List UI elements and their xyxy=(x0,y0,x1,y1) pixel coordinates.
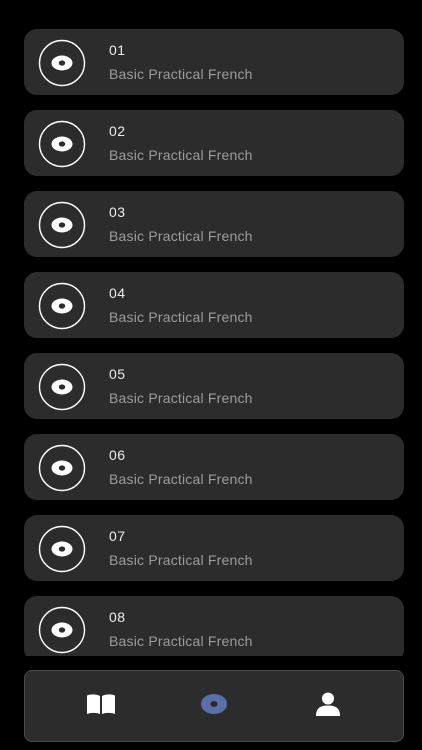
tab-library[interactable] xyxy=(56,671,146,741)
track-subtitle: Basic Practical French xyxy=(109,309,253,325)
track-list[interactable]: 01 Basic Practical French 02 Basic Pract… xyxy=(24,29,404,656)
disc-icon xyxy=(38,363,86,411)
tab-profile[interactable] xyxy=(283,671,373,741)
track-subtitle: Basic Practical French xyxy=(109,147,253,163)
track-subtitle: Basic Practical French xyxy=(109,633,253,649)
track-number: 08 xyxy=(109,609,126,625)
track-subtitle: Basic Practical French xyxy=(109,66,253,82)
book-icon xyxy=(86,693,116,720)
track-subtitle: Basic Practical French xyxy=(109,471,253,487)
disc-icon xyxy=(38,120,86,168)
disc-icon xyxy=(38,39,86,87)
track-item[interactable]: 01 Basic Practical French xyxy=(24,29,404,95)
disc-icon xyxy=(38,282,86,330)
disc-icon xyxy=(200,693,228,720)
track-number: 05 xyxy=(109,366,126,382)
bottom-tab-bar xyxy=(24,670,404,742)
track-subtitle: Basic Practical French xyxy=(109,390,253,406)
tab-tracks[interactable] xyxy=(169,671,259,741)
track-item[interactable]: 04 Basic Practical French xyxy=(24,272,404,338)
track-item[interactable]: 07 Basic Practical French xyxy=(24,515,404,581)
track-subtitle: Basic Practical French xyxy=(109,228,253,244)
person-icon xyxy=(315,692,341,721)
track-number: 01 xyxy=(109,42,126,58)
track-item[interactable]: 06 Basic Practical French xyxy=(24,434,404,500)
track-item[interactable]: 08 Basic Practical French xyxy=(24,596,404,656)
track-number: 02 xyxy=(109,123,126,139)
disc-icon xyxy=(38,201,86,249)
track-item[interactable]: 03 Basic Practical French xyxy=(24,191,404,257)
track-number: 03 xyxy=(109,204,126,220)
track-number: 04 xyxy=(109,285,126,301)
disc-icon xyxy=(38,525,86,573)
track-number: 07 xyxy=(109,528,126,544)
disc-icon xyxy=(38,444,86,492)
track-number: 06 xyxy=(109,447,126,463)
disc-icon xyxy=(38,606,86,654)
track-item[interactable]: 05 Basic Practical French xyxy=(24,353,404,419)
track-item[interactable]: 02 Basic Practical French xyxy=(24,110,404,176)
track-subtitle: Basic Practical French xyxy=(109,552,253,568)
